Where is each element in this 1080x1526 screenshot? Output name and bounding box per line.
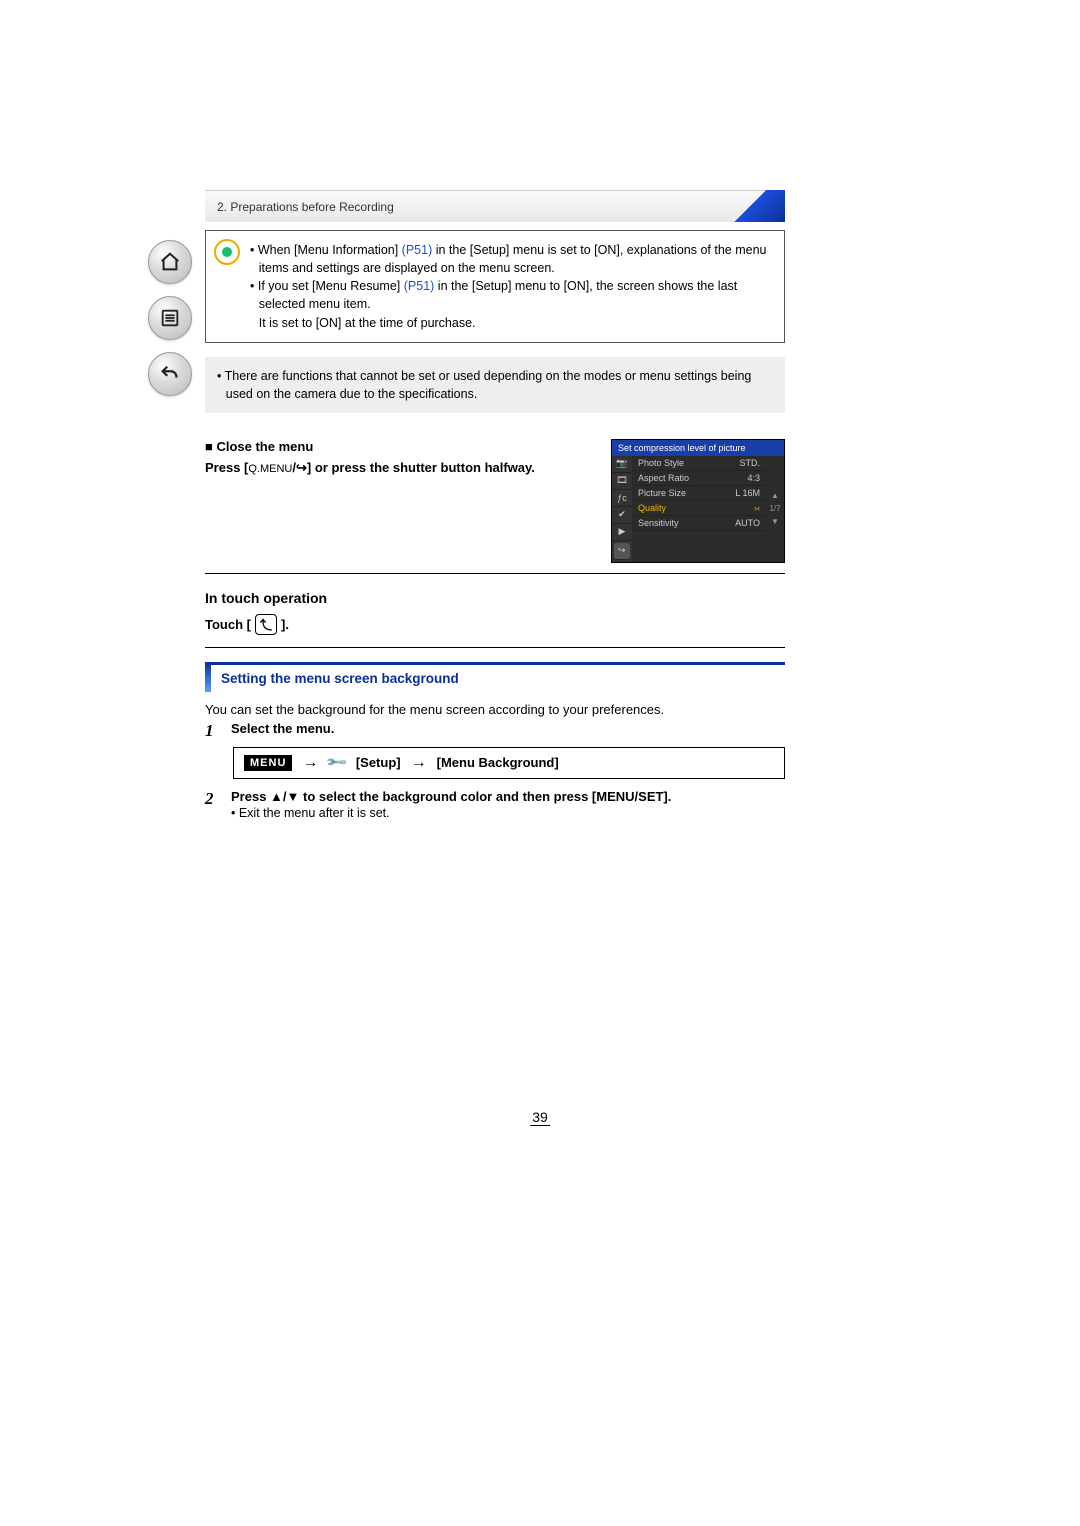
arrow-icon: → <box>302 754 318 772</box>
cm-tab-motion-icon: 🎞 <box>612 473 632 490</box>
link-p51b[interactable]: (P51) <box>404 279 435 293</box>
close-menu-instruction: Press [Q.MENU/↩] or press the shutter bu… <box>205 460 611 476</box>
menu-button-icon: MENU <box>244 755 292 771</box>
cm-tab-setup-icon: ✔ <box>612 507 632 524</box>
step-2: 2 Press ▲/▼ to select the background col… <box>205 789 785 820</box>
chapter-header: 2. Preparations before Recording <box>205 190 785 222</box>
cm-tab-custom-icon: ƒc <box>612 490 632 507</box>
tip-box: • When [Menu Information] (P51) in the [… <box>205 230 785 343</box>
back-icon[interactable] <box>148 352 192 396</box>
section-intro: You can set the background for the menu … <box>205 702 785 717</box>
nav-sidebar <box>148 240 196 396</box>
chapter-title: 2. Preparations before Recording <box>205 190 785 222</box>
touch-back-icon: ⤴ <box>255 614 277 635</box>
contents-icon[interactable] <box>148 296 192 340</box>
cm-tab-rec-icon: 📷 <box>612 456 632 473</box>
menu-path: MENU → 🔧 [Setup] → [Menu Background] <box>233 747 785 779</box>
camera-menu-title: Set compression level of picture <box>612 440 784 456</box>
page-number: 39 <box>530 1109 550 1126</box>
section-heading: Setting the menu screen background <box>205 662 785 692</box>
note-box: • There are functions that cannot be set… <box>205 357 785 413</box>
cm-tab-play-icon: ▶ <box>612 524 632 541</box>
cm-tab-back-icon: ↩ <box>614 543 630 560</box>
tip-icon <box>214 239 240 265</box>
arrow-icon: → <box>411 754 427 772</box>
wrench-icon: 🔧 <box>325 751 349 775</box>
link-p51a[interactable]: (P51) <box>402 243 433 257</box>
step-1: 1 Select the menu. <box>205 721 785 741</box>
camera-menu-rows: Photo StyleSTD. Aspect Ratio4:3 Picture … <box>632 456 766 562</box>
camera-menu-screenshot: Set compression level of picture 📷 🎞 ƒc … <box>611 439 785 563</box>
close-menu-heading: Close the menu <box>205 439 611 454</box>
touch-heading: In touch operation <box>205 590 785 606</box>
touch-instruction: Touch [⤴]. <box>205 614 785 648</box>
home-icon[interactable] <box>148 240 192 284</box>
